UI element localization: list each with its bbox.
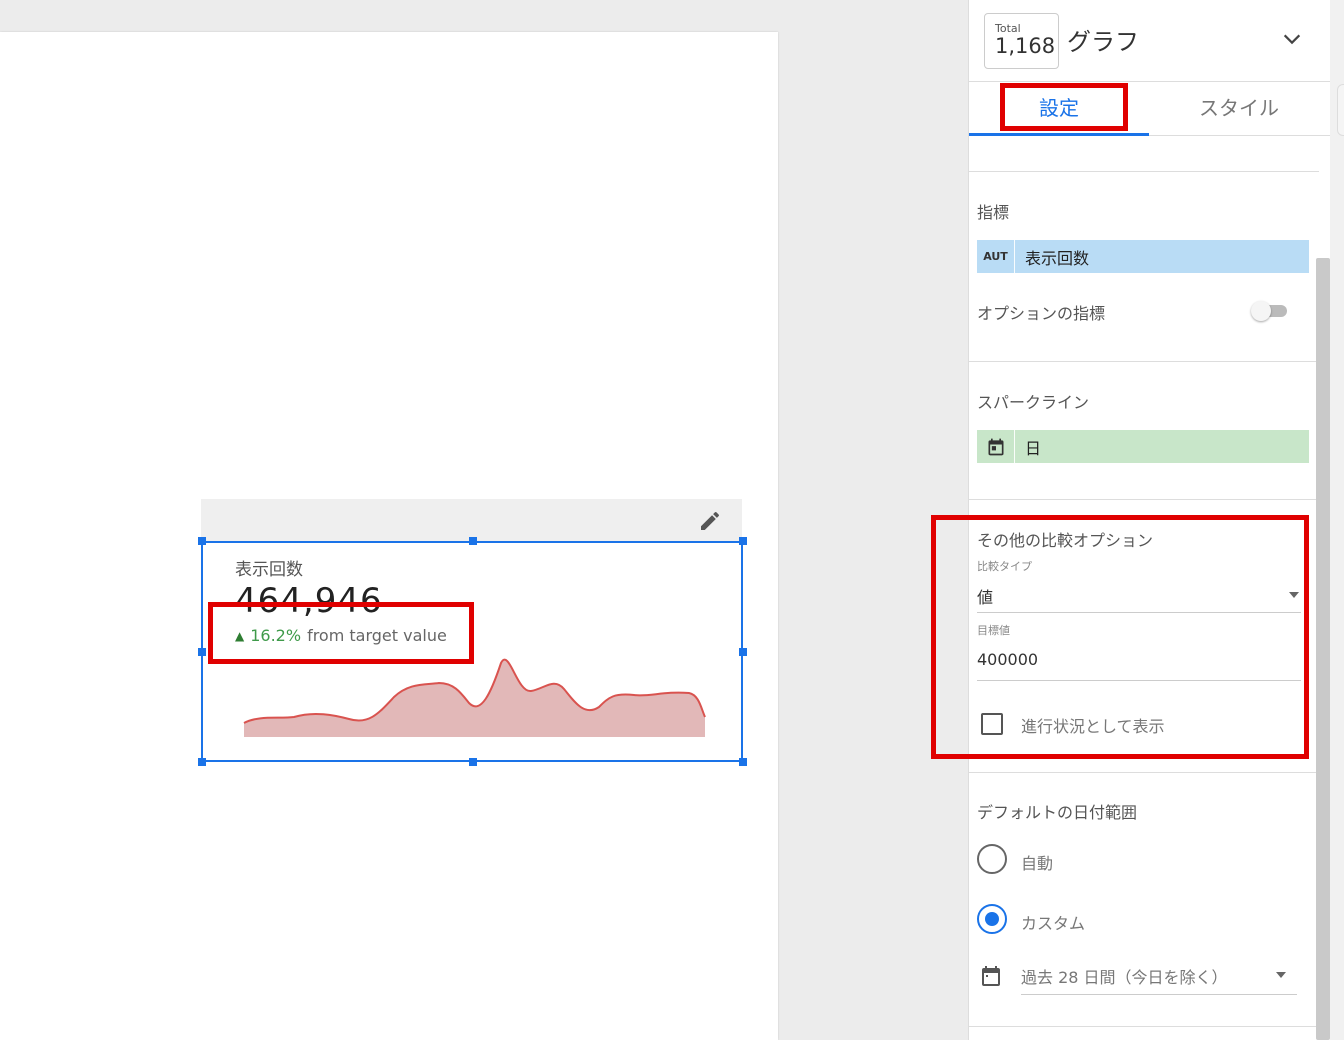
- annotation-box-setup-tab: [1000, 83, 1128, 131]
- sparkline-chart: [243, 658, 706, 737]
- chart-toolbar: [201, 499, 742, 541]
- resize-handle[interactable]: [198, 648, 206, 656]
- calendar-icon: [982, 966, 1000, 986]
- date-range-custom-label: カスタム: [1021, 914, 1086, 933]
- section-divider: [969, 772, 1319, 773]
- resize-handle[interactable]: [198, 537, 206, 545]
- date-range-auto-radio[interactable]: [977, 844, 1007, 874]
- chart-type-label: グラフ: [1067, 28, 1139, 56]
- field-underline: [1021, 994, 1297, 995]
- section-divider: [969, 171, 1319, 172]
- optional-metric-label: オプションの指標: [977, 304, 1106, 323]
- sparkline-section-title: スパークライン: [977, 393, 1090, 412]
- metric-section-title: 指標: [977, 203, 1010, 222]
- total-value: 1,168: [995, 34, 1056, 58]
- side-strip: [1330, 0, 1344, 1040]
- section-divider: [969, 499, 1319, 500]
- resize-handle[interactable]: [198, 758, 206, 766]
- section-divider: [969, 361, 1319, 362]
- dimension-chip-label: 日: [1025, 438, 1042, 458]
- resize-handle[interactable]: [739, 648, 747, 656]
- calendar-icon: [977, 430, 1015, 463]
- toggle-knob: [1251, 301, 1271, 321]
- sparkline-area: [244, 659, 705, 737]
- section-divider: [969, 1026, 1319, 1027]
- annotation-box-comparison: [208, 602, 474, 664]
- date-range-section-title: デフォルトの日付範囲: [977, 803, 1138, 822]
- scorecard-title: 表示回数: [235, 560, 303, 580]
- resize-handle[interactable]: [469, 537, 477, 545]
- dimension-chip[interactable]: 日: [977, 430, 1309, 463]
- chart-type-thumbnail[interactable]: Total 1,168: [984, 13, 1059, 69]
- dropdown-arrow-icon[interactable]: [1276, 972, 1286, 978]
- resize-handle[interactable]: [739, 758, 747, 766]
- tab-style[interactable]: スタイル: [1149, 82, 1329, 136]
- metric-chip-tag: AUT: [977, 240, 1015, 273]
- date-range-custom-radio[interactable]: [977, 904, 1007, 934]
- annotation-box-comparison-options: [931, 515, 1309, 759]
- resize-handle[interactable]: [469, 758, 477, 766]
- optional-metric-toggle[interactable]: [1251, 300, 1287, 321]
- date-range-auto-label: 自動: [1021, 854, 1054, 873]
- panel-header: Total 1,168 グラフ: [969, 0, 1331, 82]
- chevron-down-icon[interactable]: [1281, 28, 1303, 50]
- resize-handle[interactable]: [739, 537, 747, 545]
- panel-scrollbar[interactable]: [1316, 258, 1330, 1040]
- date-range-select[interactable]: 過去 28 日間（今日を除く）: [1021, 964, 1228, 988]
- metric-chip[interactable]: AUT 表示回数: [977, 240, 1309, 273]
- pencil-icon[interactable]: [698, 509, 722, 533]
- side-tab[interactable]: [1337, 84, 1344, 136]
- metric-chip-label: 表示回数: [1025, 248, 1090, 268]
